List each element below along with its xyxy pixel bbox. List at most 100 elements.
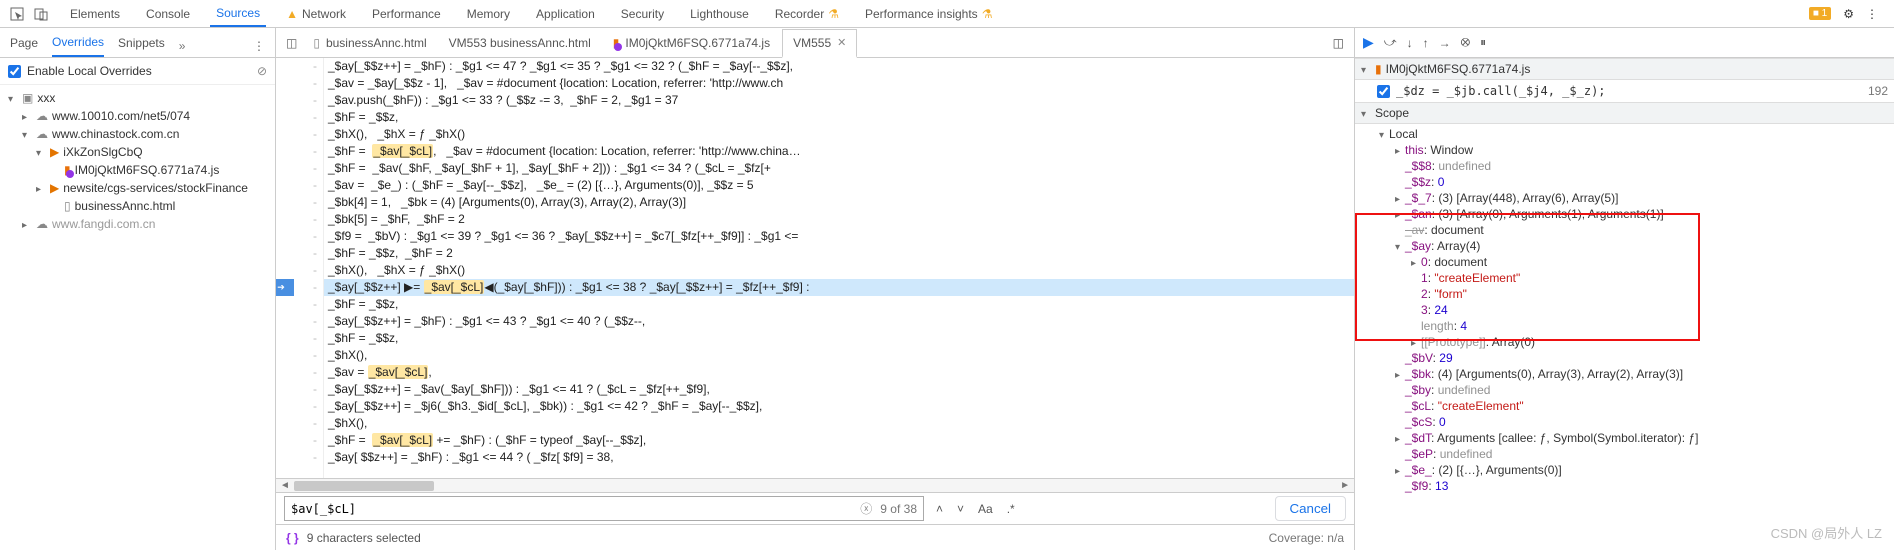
folder-icon: ▣ <box>22 91 33 105</box>
file-tab[interactable]: ▯businessAnnc.html <box>303 28 436 57</box>
tab-console[interactable]: Console <box>140 0 196 27</box>
scroll-left-icon[interactable]: ◄ <box>280 480 290 491</box>
breakpoint-checkbox[interactable] <box>1377 85 1390 98</box>
scope-row[interactable]: _$f9: 13 <box>1355 478 1894 494</box>
scope-row[interactable]: [[Prototype]]: Array(0) <box>1355 334 1894 350</box>
tree-item[interactable]: ☁www.10010.com/net5/074 <box>0 107 275 125</box>
scope-row[interactable]: _$ay: Array(4) <box>1355 238 1894 254</box>
inspect-icon[interactable] <box>6 3 28 25</box>
tab-network[interactable]: ▲Network <box>280 0 352 27</box>
pretty-print-icon[interactable]: { } <box>286 531 299 545</box>
resume-icon[interactable]: ▶ <box>1363 34 1374 51</box>
editor-status-bar: { } 9 characters selected Coverage: n/a <box>276 524 1354 550</box>
scope-row[interactable]: length: 4 <box>1355 318 1894 334</box>
devtools-main-tabbar: Elements Console Sources ▲Network Perfor… <box>0 0 1894 28</box>
code-editor[interactable]: ➔ ------------------------ _$ay[_$$z++] … <box>276 58 1354 478</box>
breakpoint-expr: _$dz = _$jb.call(_$j4, _$_z); <box>1396 84 1606 98</box>
more-tabs-icon[interactable]: » <box>179 39 186 53</box>
step-out-icon[interactable]: ↑ <box>1423 36 1429 50</box>
device-icon[interactable] <box>30 3 52 25</box>
file-tab-active[interactable]: VM555✕ <box>782 29 857 58</box>
search-count: 9 of 38 <box>880 502 917 516</box>
scope-row[interactable]: _$dT: Arguments [callee: ƒ, Symbol(Symbo… <box>1355 430 1894 446</box>
tree-root[interactable]: ▣xxx <box>0 89 275 107</box>
scope-row[interactable]: _$cS: 0 <box>1355 414 1894 430</box>
scope-row[interactable]: 1: "createElement" <box>1355 270 1894 286</box>
cancel-button[interactable]: Cancel <box>1275 496 1347 521</box>
breakpoints-section[interactable]: ▮ IM0jQktM6FSQ.6771a74.js <box>1355 58 1894 80</box>
scope-row[interactable]: _$$z: 0 <box>1355 174 1894 190</box>
scroll-right-icon[interactable]: ► <box>1340 480 1350 491</box>
search-input[interactable] <box>291 502 860 516</box>
search-input-wrap: ⓧ 9 of 38 <box>284 496 924 521</box>
scope-row[interactable]: _$e_: (2) [{…}, Arguments(0)] <box>1355 462 1894 478</box>
clear-icon[interactable]: ⊘ <box>257 64 267 78</box>
scope-row[interactable]: _$bk: (4) [Arguments(0), Array(3), Array… <box>1355 366 1894 382</box>
horizontal-scrollbar[interactable]: ◄ ► <box>276 478 1354 492</box>
scope-row[interactable]: _$bV: 29 <box>1355 350 1894 366</box>
scope-row[interactable]: 0: document <box>1355 254 1894 270</box>
file-tab[interactable]: ▮IM0jQktM6FSQ.6771a74.js <box>603 28 780 57</box>
scope-row[interactable]: 2: "form" <box>1355 286 1894 302</box>
step-over-icon[interactable]: ⤻ <box>1384 35 1397 50</box>
tab-memory[interactable]: Memory <box>461 0 516 27</box>
subtab-page[interactable]: Page <box>10 36 38 56</box>
kebab-icon[interactable]: ⋮ <box>253 39 265 53</box>
subtab-snippets[interactable]: Snippets <box>118 36 165 56</box>
warning-badge[interactable]: ■ 1 <box>1809 7 1831 20</box>
close-icon[interactable]: ✕ <box>837 36 846 49</box>
scope-row[interactable]: _$eP: undefined <box>1355 446 1894 462</box>
settings-icon[interactable]: ⚙ <box>1843 7 1854 21</box>
match-case-toggle[interactable]: Aa <box>976 502 995 516</box>
js-file-icon: ▮ <box>613 36 620 50</box>
tab-perf-insights[interactable]: Performance insights⚗ <box>859 0 998 27</box>
tree-file[interactable]: ▯businessAnnc.html <box>0 197 275 215</box>
selection-status: 9 characters selected <box>307 531 421 545</box>
tab-performance[interactable]: Performance <box>366 0 447 27</box>
search-prev-icon[interactable]: ˄ <box>934 502 945 516</box>
file-tab[interactable]: VM553 businessAnnc.html <box>439 28 601 57</box>
step-into-icon[interactable]: ↓ <box>1407 36 1413 50</box>
enable-overrides-label: Enable Local Overrides <box>27 64 152 78</box>
tab-security[interactable]: Security <box>615 0 670 27</box>
tree-item[interactable]: ☁www.chinastock.com.cn <box>0 125 275 143</box>
scope-row[interactable]: _$cL: "createElement" <box>1355 398 1894 414</box>
debugger-toolbar: ▶ ⤻ ↓ ↑ → ⭙ ⏸ <box>1355 28 1894 58</box>
tab-sources[interactable]: Sources <box>210 0 266 27</box>
tab-lighthouse[interactable]: Lighthouse <box>684 0 755 27</box>
tree-item[interactable]: ▶newsite/cgs-services/stockFinance <box>0 179 275 197</box>
scope-local[interactable]: Local <box>1355 126 1894 142</box>
scope-row[interactable]: 3: 24 <box>1355 302 1894 318</box>
side-toggle-icon[interactable]: ◫ <box>1333 36 1344 50</box>
tab-recorder[interactable]: Recorder⚗ <box>769 0 845 27</box>
deactivate-bp-icon[interactable]: ⭙ <box>1461 35 1471 50</box>
scope-row[interactable]: this: Window <box>1355 142 1894 158</box>
search-next-icon[interactable]: ˅ <box>955 502 966 516</box>
clear-search-icon[interactable]: ⓧ <box>860 500 872 517</box>
pause-exceptions-icon[interactable]: ⏸ <box>1480 35 1486 50</box>
tab-application[interactable]: Application <box>530 0 601 27</box>
scope-row[interactable]: _$_7: (3) [Array(448), Array(6), Array(5… <box>1355 190 1894 206</box>
kebab-icon[interactable]: ⋮ <box>1866 7 1878 21</box>
tab-elements[interactable]: Elements <box>64 0 126 27</box>
breakpoint-count: 192 <box>1868 84 1888 98</box>
enable-overrides-checkbox[interactable] <box>8 65 21 78</box>
tree-item[interactable]: ▶iXkZonSlgCbQ <box>0 143 275 161</box>
tree-file[interactable]: ▮IM0jQktM6FSQ.6771a74.js <box>0 161 275 179</box>
js-file-icon: ▮ <box>1375 62 1382 76</box>
subtab-overrides[interactable]: Overrides <box>52 35 104 57</box>
nav-toggle-icon[interactable]: ◫ <box>282 34 301 52</box>
scope-tree[interactable]: Local this: Window_$$8: undefined_$$z: 0… <box>1355 124 1894 504</box>
scope-row[interactable]: _$by: undefined <box>1355 382 1894 398</box>
scope-row[interactable]: _av: document <box>1355 222 1894 238</box>
scope-row[interactable]: _$$8: undefined <box>1355 158 1894 174</box>
scope-row[interactable]: _$an: (3) [Array(0), Arguments(1), Argum… <box>1355 206 1894 222</box>
regex-toggle[interactable]: .* <box>1005 502 1017 516</box>
step-icon[interactable]: → <box>1439 36 1451 50</box>
tree-item[interactable]: ☁www.fangdi.com.cn <box>0 215 275 233</box>
scrollbar-thumb[interactable] <box>294 481 434 491</box>
flask-icon: ⚗ <box>828 7 839 21</box>
breakpoint-row[interactable]: _$dz = _$jb.call(_$j4, _$_z); 192 <box>1355 80 1894 102</box>
scope-section[interactable]: Scope <box>1355 102 1894 124</box>
cloud-icon: ☁ <box>36 127 48 141</box>
